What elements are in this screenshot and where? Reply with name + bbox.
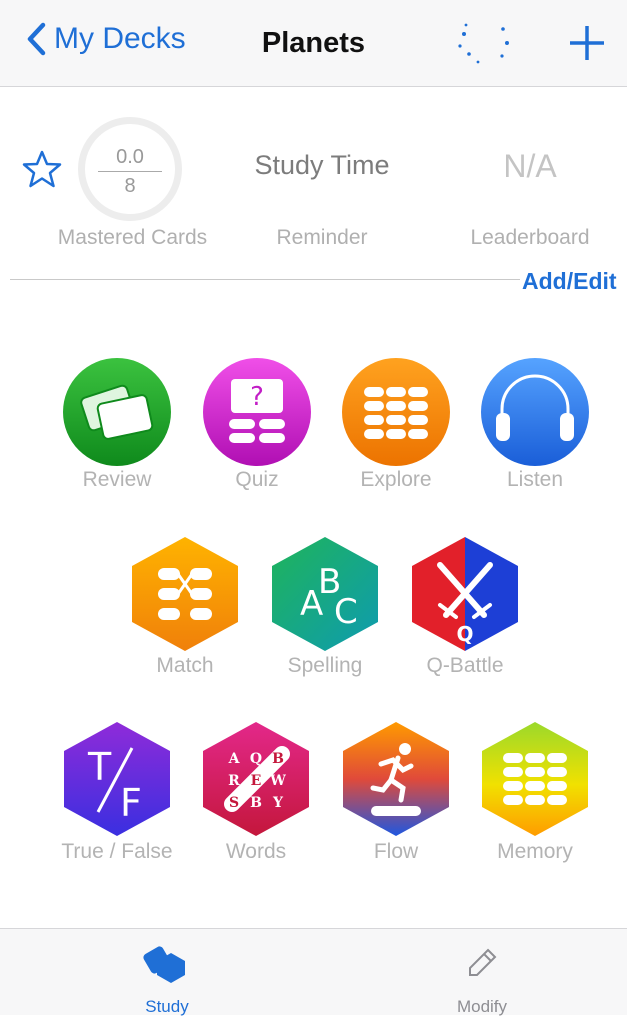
mastered-value: 0.0 bbox=[116, 146, 144, 168]
mastered-cards-ring: 0.0 8 bbox=[78, 117, 182, 221]
memory-mode-button[interactable] bbox=[480, 720, 590, 843]
add-icon[interactable] bbox=[567, 21, 607, 65]
review-cards-icon bbox=[63, 358, 171, 466]
flow-mode-button[interactable] bbox=[341, 720, 451, 843]
spelling-letter-c: C bbox=[334, 592, 358, 632]
match-label: Match bbox=[156, 654, 214, 677]
night-mode-icon[interactable] bbox=[452, 20, 516, 66]
reminder-label: Reminder bbox=[276, 226, 368, 249]
explore-label: Explore bbox=[360, 468, 432, 491]
mastered-cards-label: Mastered Cards bbox=[57, 226, 208, 249]
star-icon[interactable] bbox=[22, 150, 62, 188]
battle-q-letter: Q bbox=[456, 622, 473, 646]
explore-grid-icon bbox=[342, 358, 450, 466]
back-button[interactable]: My Decks bbox=[26, 22, 186, 56]
leaderboard-label: Leaderboard bbox=[470, 226, 590, 249]
word-letter: Y bbox=[272, 795, 284, 811]
tf-letter-t: T bbox=[87, 745, 112, 789]
match-icon bbox=[132, 537, 238, 651]
word-letter: A bbox=[228, 751, 241, 767]
listen-label: Listen bbox=[506, 468, 564, 491]
pencil-icon bbox=[469, 948, 497, 976]
listen-mode-button[interactable] bbox=[480, 357, 590, 472]
word-letter: Q bbox=[250, 751, 262, 767]
flow-label: Flow bbox=[373, 840, 419, 863]
words-label: Words bbox=[225, 840, 287, 863]
spelling-mode-button[interactable]: A B C bbox=[270, 535, 380, 658]
memory-grid-icon bbox=[482, 722, 588, 836]
back-label: My Decks bbox=[54, 22, 186, 55]
mastered-total: 8 bbox=[124, 175, 136, 197]
true-false-mode-button[interactable]: T F bbox=[62, 720, 172, 843]
q-battle-label: Q-Battle bbox=[426, 654, 504, 677]
explore-mode-button[interactable] bbox=[341, 357, 451, 472]
tab-bar: Study Modify bbox=[0, 928, 627, 1016]
add-edit-button[interactable]: Add/Edit bbox=[522, 268, 617, 295]
word-letter: S bbox=[229, 795, 239, 811]
word-letter: W bbox=[269, 773, 286, 789]
ring-divider bbox=[98, 171, 162, 172]
spelling-label: Spelling bbox=[287, 654, 363, 677]
word-letter: E bbox=[251, 773, 262, 789]
headphones-icon bbox=[481, 358, 589, 466]
review-mode-button[interactable] bbox=[62, 357, 172, 472]
tf-letter-f: F bbox=[120, 781, 142, 825]
crossed-swords-icon: Q bbox=[412, 537, 518, 651]
quiz-mode-button[interactable]: ? bbox=[202, 357, 312, 472]
quiz-label: Quiz bbox=[235, 468, 279, 491]
word-letter: B bbox=[272, 751, 284, 767]
tab-study-label: Study bbox=[145, 997, 189, 1016]
match-mode-button[interactable] bbox=[130, 535, 240, 658]
study-icon bbox=[143, 946, 185, 983]
tab-study[interactable]: Study bbox=[107, 929, 227, 1016]
runner-icon bbox=[343, 722, 449, 836]
leaderboard-value[interactable]: N/A bbox=[450, 148, 610, 185]
true-false-label: True / False bbox=[61, 840, 173, 863]
section-divider bbox=[10, 279, 520, 280]
review-label: Review bbox=[82, 468, 152, 491]
word-letter: B bbox=[250, 795, 262, 811]
quiz-question-mark: ? bbox=[250, 382, 264, 412]
spelling-abc-icon: A B C bbox=[272, 537, 378, 651]
navigation-bar: My Decks Planets bbox=[0, 0, 627, 87]
quiz-icon: ? bbox=[203, 358, 311, 466]
word-search-icon: A Q BR E WS B Y bbox=[203, 722, 309, 836]
study-time-value[interactable]: Study Time bbox=[232, 150, 412, 181]
chevron-left-icon bbox=[27, 22, 46, 56]
tab-modify[interactable]: Modify bbox=[422, 929, 542, 1016]
words-mode-button[interactable]: AQBREWSBY bbox=[201, 720, 311, 843]
tab-modify-label: Modify bbox=[456, 997, 508, 1016]
word-letter: R bbox=[228, 773, 240, 789]
true-false-icon: T F bbox=[64, 722, 170, 836]
memory-label: Memory bbox=[497, 840, 573, 863]
q-battle-mode-button[interactable]: Q bbox=[410, 535, 520, 658]
